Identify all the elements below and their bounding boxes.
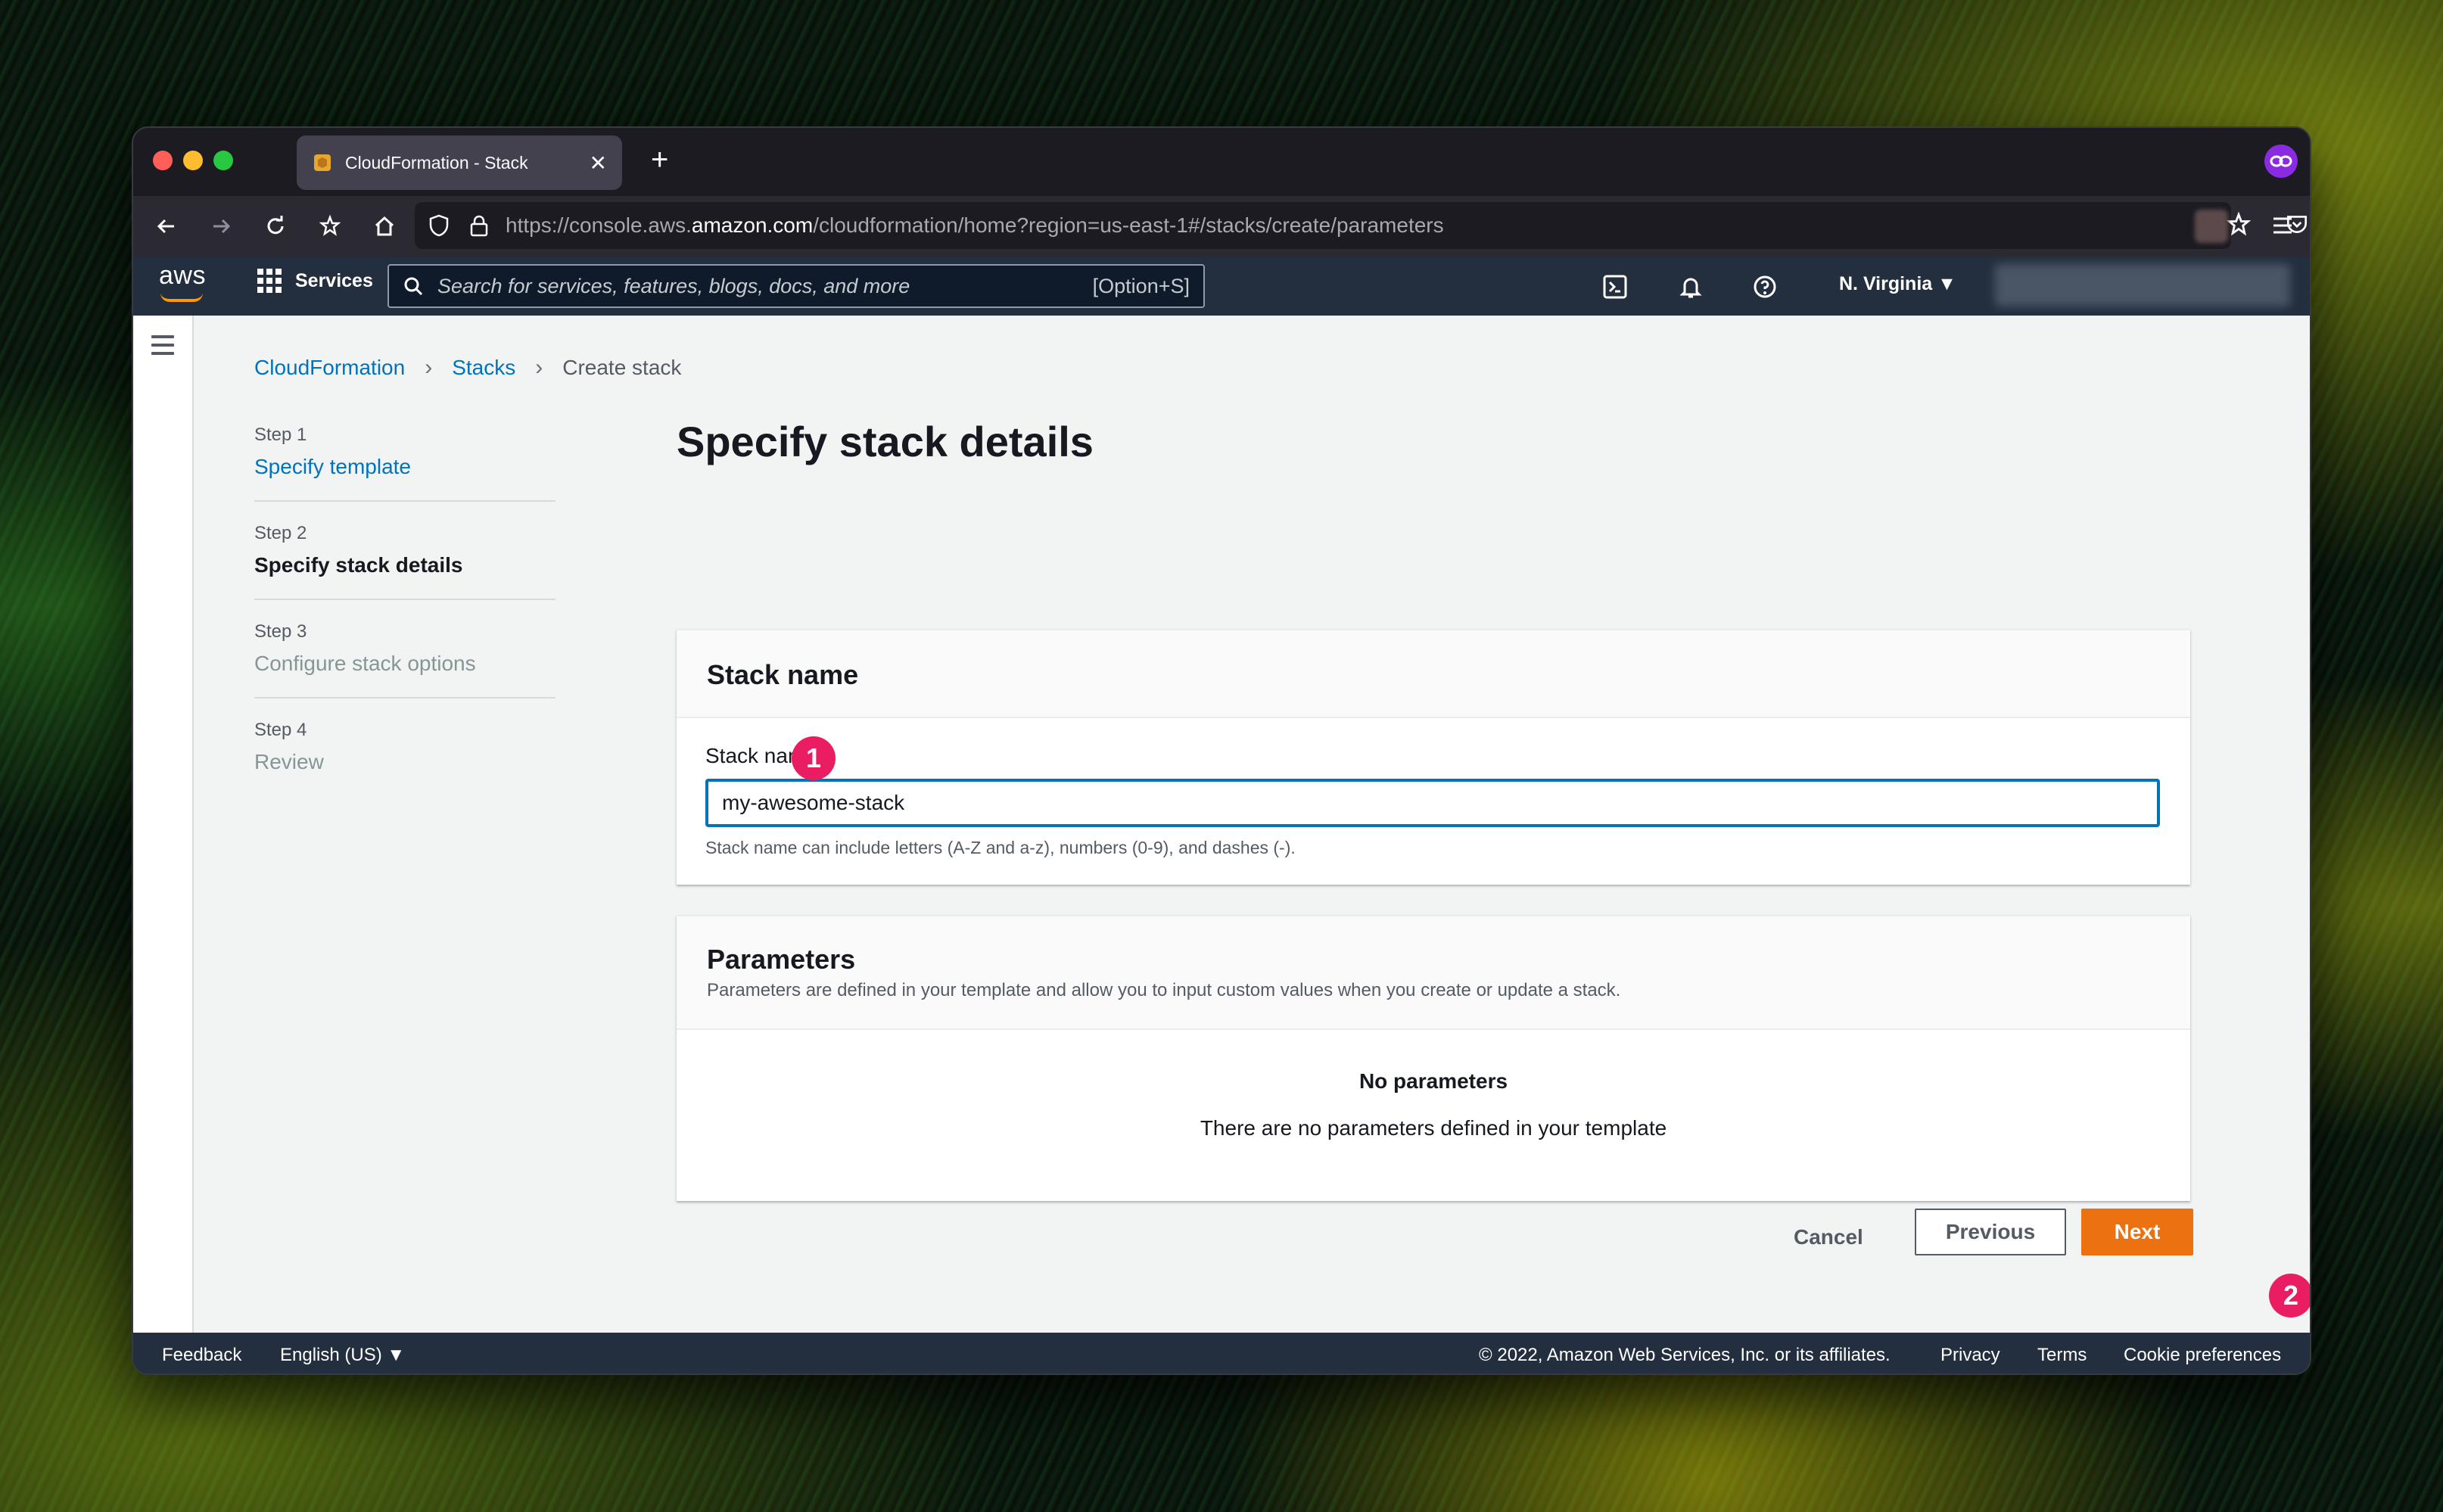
chevron-right-icon: › xyxy=(535,355,543,380)
wizard-steps: Step 1 Specify template Step 2 Specify s… xyxy=(254,425,556,817)
annotation-marker-2: 2 xyxy=(2269,1274,2310,1318)
parameters-empty-state: No parameters There are no parameters de… xyxy=(677,1030,2190,1140)
region-selector[interactable]: N. Virginia ▼ xyxy=(1839,273,1956,295)
cloudformation-favicon-icon xyxy=(314,154,331,171)
search-placeholder: Search for services, features, blogs, do… xyxy=(437,274,910,297)
services-label: Services xyxy=(295,269,373,291)
wizard-step-1: Step 1 Specify template xyxy=(254,425,556,502)
stack-name-hint: Stack name can include letters (A-Z and … xyxy=(705,838,1296,857)
url-text[interactable]: https://console.aws.amazon.com/cloudform… xyxy=(506,213,1444,238)
step-title-configure-stack-options: Configure stack options xyxy=(254,652,476,675)
stack-name-panel-header: Stack name xyxy=(677,630,2190,718)
terms-link[interactable]: Terms xyxy=(2037,1345,2087,1366)
step-title-review: Review xyxy=(254,750,324,773)
account-menu[interactable] xyxy=(1995,264,2290,306)
stack-name-heading: Stack name xyxy=(707,659,859,690)
main-content: CloudFormation › Stacks › Create stack S… xyxy=(133,316,2310,1343)
aws-logo[interactable]: aws xyxy=(159,261,206,291)
no-parameters-title: No parameters xyxy=(1358,1069,1508,1093)
parameters-description: Parameters are defined in your template … xyxy=(707,980,1621,1000)
step-number: Step 4 xyxy=(254,720,307,740)
cloudshell-icon[interactable] xyxy=(1601,273,1629,300)
wizard-step-3: Step 3 Configure stack options xyxy=(254,621,556,698)
wizard-step-4: Step 4 Review xyxy=(254,720,556,795)
page-title: Specify stack details xyxy=(677,418,1094,465)
private-browsing-mask-icon[interactable] xyxy=(2264,145,2298,178)
stack-name-panel: Stack name Stack name Stack name can inc… xyxy=(677,629,2190,885)
stack-name-panel-body: Stack name Stack name can include letter… xyxy=(677,718,2190,858)
bookmark-page-star-icon[interactable] xyxy=(2225,211,2252,242)
parameters-panel: Parameters Parameters are defined in you… xyxy=(677,915,2190,1201)
language-selector[interactable]: English (US) ▼ xyxy=(280,1345,405,1366)
profile-avatar[interactable] xyxy=(2195,210,2228,243)
step-number: Step 3 xyxy=(254,621,307,642)
parameters-heading: Parameters xyxy=(707,944,856,975)
no-parameters-description: There are no parameters defined in your … xyxy=(1200,1116,1667,1140)
help-icon[interactable] xyxy=(1751,273,1779,300)
forward-icon[interactable] xyxy=(206,211,236,241)
step-title-specify-stack-details: Specify stack details xyxy=(254,553,463,577)
previous-button[interactable]: Previous xyxy=(1915,1209,2066,1255)
cancel-button[interactable]: Cancel xyxy=(1794,1225,1863,1249)
breadcrumb-create-stack: Create stack xyxy=(562,356,682,379)
breadcrumb-cloudformation[interactable]: CloudFormation xyxy=(254,356,405,380)
browser-window: CloudFormation - Stack ✕ + https://conso… xyxy=(132,126,2311,1375)
breadcrumb: CloudFormation › Stacks › Create stack xyxy=(254,355,681,381)
side-navigation-rail xyxy=(133,316,194,1343)
lock-icon[interactable] xyxy=(469,214,489,237)
browser-navbar: https://console.aws.amazon.com/cloudform… xyxy=(133,196,2310,257)
chevron-right-icon: › xyxy=(425,355,433,380)
console-footer: Feedback English (US) ▼ © 2022, Amazon W… xyxy=(133,1333,2310,1374)
maximize-window-button[interactable] xyxy=(213,151,233,170)
parameters-panel-header: Parameters Parameters are defined in you… xyxy=(677,916,2190,1030)
close-window-button[interactable] xyxy=(153,151,173,170)
aws-logo-smile xyxy=(160,293,203,302)
wizard-step-2: Step 2 Specify stack details xyxy=(254,523,556,600)
app-menu-icon[interactable] xyxy=(2270,214,2295,241)
feedback-link[interactable]: Feedback xyxy=(162,1345,241,1366)
browser-tab[interactable]: CloudFormation - Stack ✕ xyxy=(297,135,622,190)
next-button[interactable]: Next xyxy=(2081,1209,2193,1255)
cookie-preferences-link[interactable]: Cookie preferences xyxy=(2124,1345,2281,1366)
close-tab-icon[interactable]: ✕ xyxy=(590,151,607,176)
annotation-marker-1: 1 xyxy=(792,736,836,780)
aws-search-input[interactable]: Search for services, features, blogs, do… xyxy=(387,264,1205,308)
services-grid-icon xyxy=(257,269,282,293)
step-title-specify-template[interactable]: Specify template xyxy=(254,455,556,479)
copyright-text: © 2022, Amazon Web Services, Inc. or its… xyxy=(1479,1345,1891,1365)
bookmark-star-icon[interactable] xyxy=(315,211,345,241)
tab-strip: CloudFormation - Stack ✕ + xyxy=(133,128,2310,196)
search-icon xyxy=(404,277,423,296)
breadcrumb-stacks[interactable]: Stacks xyxy=(452,356,515,380)
step-number: Step 2 xyxy=(254,523,307,543)
aws-top-nav: aws Services Search for services, featur… xyxy=(133,257,2310,316)
stack-name-label: Stack name xyxy=(705,744,817,767)
notifications-bell-icon[interactable] xyxy=(1677,273,1704,300)
privacy-link[interactable]: Privacy xyxy=(1940,1345,2000,1366)
minimize-window-button[interactable] xyxy=(183,151,203,170)
back-icon[interactable] xyxy=(151,211,182,241)
shield-icon[interactable] xyxy=(428,214,450,237)
reload-icon[interactable] xyxy=(260,211,291,241)
stack-name-input[interactable] xyxy=(705,779,2160,827)
hamburger-menu-icon[interactable] xyxy=(151,335,174,360)
new-tab-icon[interactable]: + xyxy=(651,145,668,175)
step-number: Step 1 xyxy=(254,425,307,445)
search-shortcut: [Option+S] xyxy=(1092,274,1190,297)
services-menu-button[interactable]: Services xyxy=(257,269,373,293)
tab-title: CloudFormation - Stack xyxy=(345,152,528,173)
url-bar[interactable]: https://console.aws.amazon.com/cloudform… xyxy=(415,202,2231,249)
home-icon[interactable] xyxy=(369,211,400,241)
